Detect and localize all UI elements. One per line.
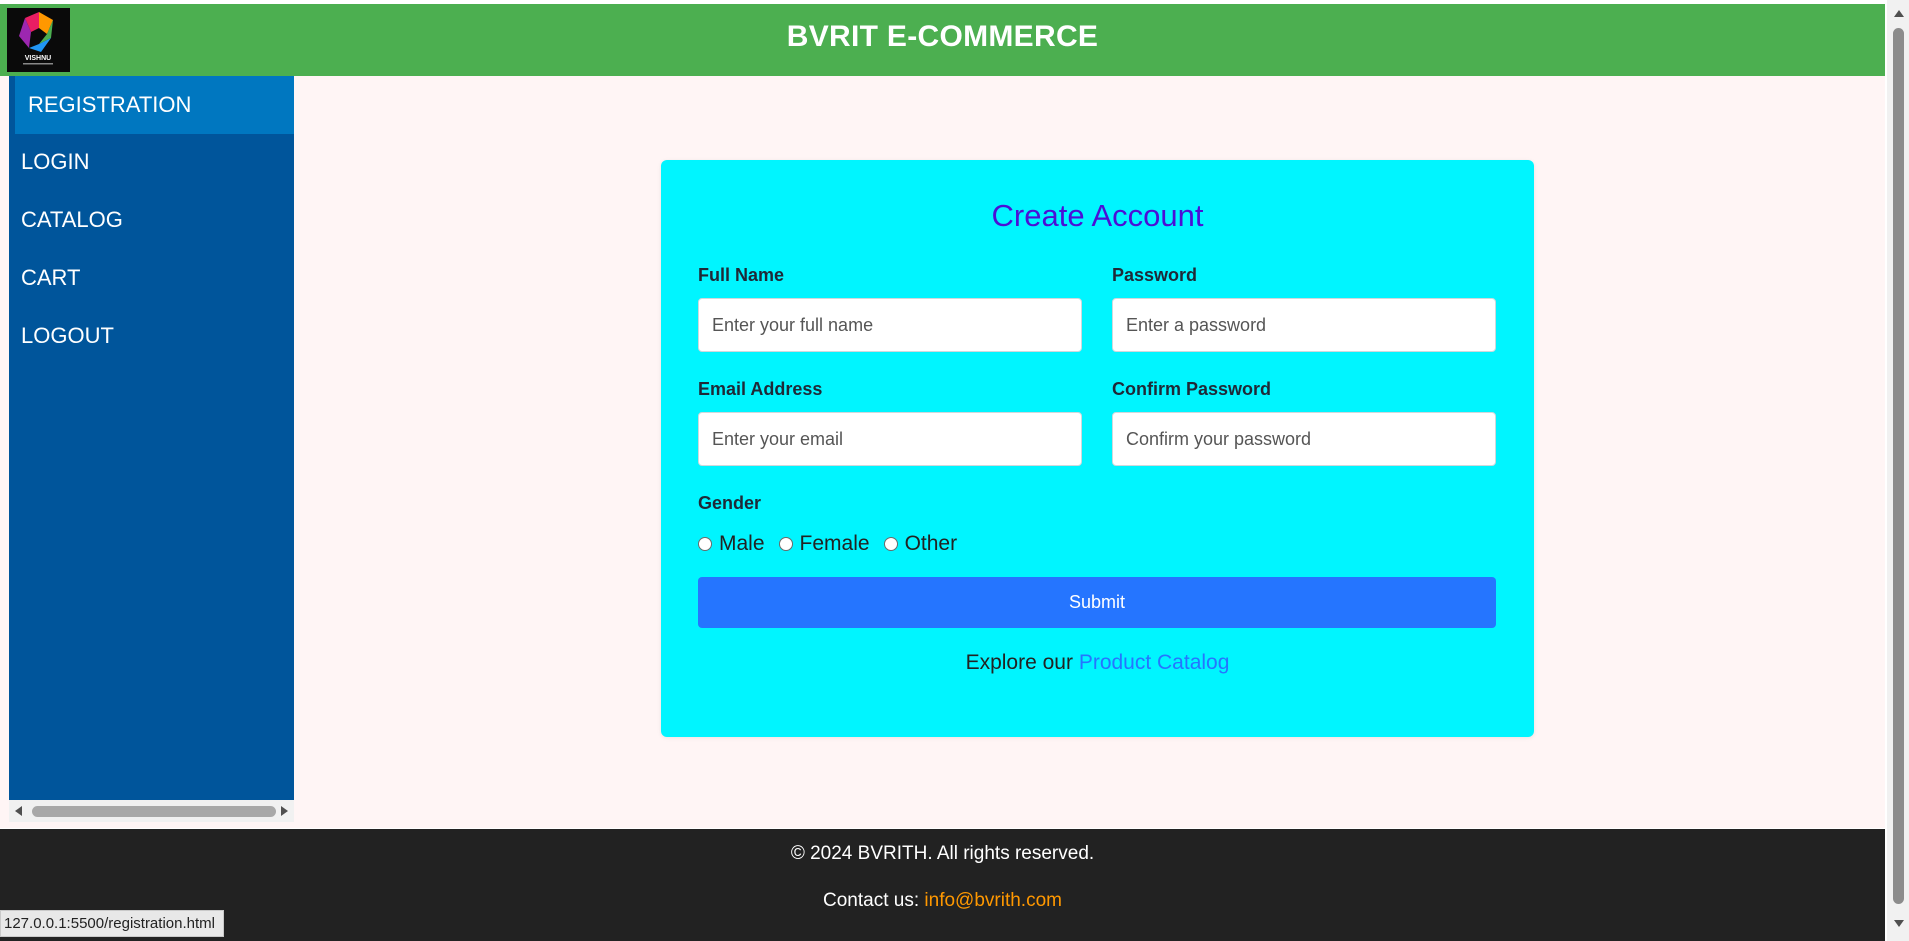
radio-male[interactable]	[698, 537, 712, 551]
gender-option-other[interactable]: Other	[883, 532, 958, 556]
confirm-password-input[interactable]	[1112, 412, 1496, 466]
submit-button[interactable]: Submit	[698, 577, 1496, 628]
full-name-label: Full Name	[698, 265, 785, 285]
sidebar-item-logout[interactable]: LOGOUT	[9, 307, 294, 365]
gender-option-male[interactable]: Male	[698, 532, 765, 556]
sidebar-item-login[interactable]: LOGIN	[9, 133, 294, 191]
email-input[interactable]	[698, 412, 1082, 466]
page: VISHNU BVRIT E-COMMERCE REGISTRATION LOG…	[0, 0, 1887, 941]
gender-option-female[interactable]: Female	[778, 532, 870, 556]
main-content: REGISTRATION LOGIN CATALOG CART LOGOUT C…	[0, 76, 1885, 828]
product-catalog-link[interactable]: Product Catalog	[1079, 651, 1230, 674]
radio-other[interactable]	[883, 537, 898, 551]
status-bar-url: 127.0.0.1:5500/registration.html	[0, 910, 224, 937]
password-input[interactable]	[1112, 298, 1496, 352]
scroll-down-icon[interactable]	[1894, 920, 1904, 927]
gender-label: Gender	[698, 493, 762, 513]
gender-options: Male Female Other	[698, 529, 971, 559]
registration-card: Create Account Full Name Password Email …	[661, 160, 1534, 737]
full-name-input[interactable]	[698, 298, 1082, 352]
gender-male-label: Male	[719, 532, 765, 555]
sidebar-nav: REGISTRATION LOGIN CATALOG CART LOGOUT	[9, 76, 294, 822]
scroll-up-icon[interactable]	[1894, 10, 1904, 17]
gender-female-label: Female	[799, 532, 870, 555]
contact-email-link[interactable]: info@bvrith.com	[924, 890, 1062, 911]
radio-female[interactable]	[778, 537, 793, 551]
contact-line: Contact us: info@bvrith.com	[0, 890, 1885, 912]
copyright-text: © 2024 BVRITH. All rights reserved.	[790, 843, 1095, 864]
form-title: Create Account	[991, 198, 1204, 233]
site-header: VISHNU BVRIT E-COMMERCE	[0, 4, 1885, 76]
sidebar-item-catalog[interactable]: CATALOG	[9, 191, 294, 249]
site-footer: © 2024 BVRITH. All rights reserved. Cont…	[0, 829, 1885, 941]
sidebar-item-registration[interactable]: REGISTRATION	[15, 76, 294, 134]
sidebar-item-cart[interactable]: CART	[9, 249, 294, 307]
explore-text: Explore our Product Catalog	[661, 651, 1534, 675]
password-label: Password	[1112, 265, 1198, 285]
email-label: Email Address	[698, 379, 823, 399]
window-scroll-thumb[interactable]	[1893, 28, 1904, 904]
sidebar-horizontal-scrollbar[interactable]	[9, 800, 294, 822]
scroll-right-icon[interactable]	[281, 806, 288, 816]
window-vertical-scrollbar[interactable]	[1887, 0, 1909, 941]
sidebar-scroll-thumb[interactable]	[32, 806, 276, 817]
scroll-left-icon[interactable]	[15, 806, 22, 816]
explore-prefix: Explore our	[965, 651, 1073, 674]
contact-prefix: Contact us:	[823, 890, 920, 911]
confirm-password-label: Confirm Password	[1112, 379, 1272, 399]
site-title: BVRIT E-COMMERCE	[786, 20, 1099, 53]
gender-other-label: Other	[904, 532, 958, 555]
